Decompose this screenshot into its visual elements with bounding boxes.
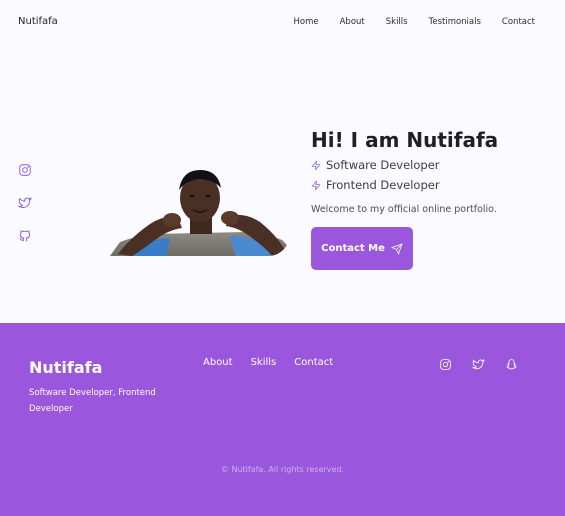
footer-tagline: Software Developer, Frontend Developer bbox=[29, 388, 156, 414]
profile-photo bbox=[110, 166, 290, 256]
nav-contact[interactable]: Contact bbox=[502, 17, 535, 27]
contact-me-button[interactable]: Contact Me bbox=[311, 227, 413, 270]
portfolio-page: Nutifafa Home About Skills Testimonials … bbox=[0, 0, 565, 516]
role-label: Software Developer bbox=[326, 158, 440, 172]
site-brand[interactable]: Nutifafa bbox=[18, 16, 58, 27]
nav-home[interactable]: Home bbox=[294, 17, 319, 27]
snapchat-icon[interactable] bbox=[505, 358, 518, 371]
copyright-text: © Nutifafa. All rights reserved. bbox=[220, 465, 345, 474]
instagram-icon[interactable] bbox=[18, 162, 32, 176]
instagram-icon[interactable] bbox=[439, 358, 452, 371]
role-label: Frontend Developer bbox=[326, 178, 440, 192]
twitter-icon[interactable] bbox=[17, 195, 32, 209]
welcome-text: Welcome to my official online portfolio. bbox=[311, 204, 497, 215]
role-item: Frontend Developer bbox=[311, 178, 498, 192]
lightning-icon bbox=[311, 159, 321, 171]
footer-social-links bbox=[439, 358, 518, 371]
side-social-links bbox=[17, 162, 32, 242]
twitter-icon[interactable] bbox=[472, 358, 485, 371]
top-nav: Home About Skills Testimonials Contact bbox=[294, 17, 536, 27]
github-icon[interactable] bbox=[18, 228, 32, 242]
role-item: Software Developer bbox=[311, 158, 498, 172]
nav-skills[interactable]: Skills bbox=[386, 17, 408, 27]
footer-nav-about[interactable]: About bbox=[203, 357, 233, 368]
footer-brand: Nutifafa bbox=[29, 358, 103, 377]
hero-title: Hi! I am Nutifafa bbox=[311, 128, 499, 152]
nav-about[interactable]: About bbox=[340, 17, 365, 27]
hero-intro: Hi! I am Nutifafa Software Developer Fro… bbox=[311, 128, 498, 270]
footer-nav-contact[interactable]: Contact bbox=[294, 357, 333, 368]
site-footer: Nutifafa Software Developer, Frontend De… bbox=[0, 323, 565, 516]
contact-me-label: Contact Me bbox=[321, 243, 385, 254]
footer-nav-skills[interactable]: Skills bbox=[251, 357, 277, 368]
nav-testimonials[interactable]: Testimonials bbox=[429, 17, 481, 27]
send-icon bbox=[390, 242, 403, 255]
footer-nav: About Skills Contact bbox=[203, 357, 333, 368]
lightning-icon bbox=[311, 179, 321, 191]
